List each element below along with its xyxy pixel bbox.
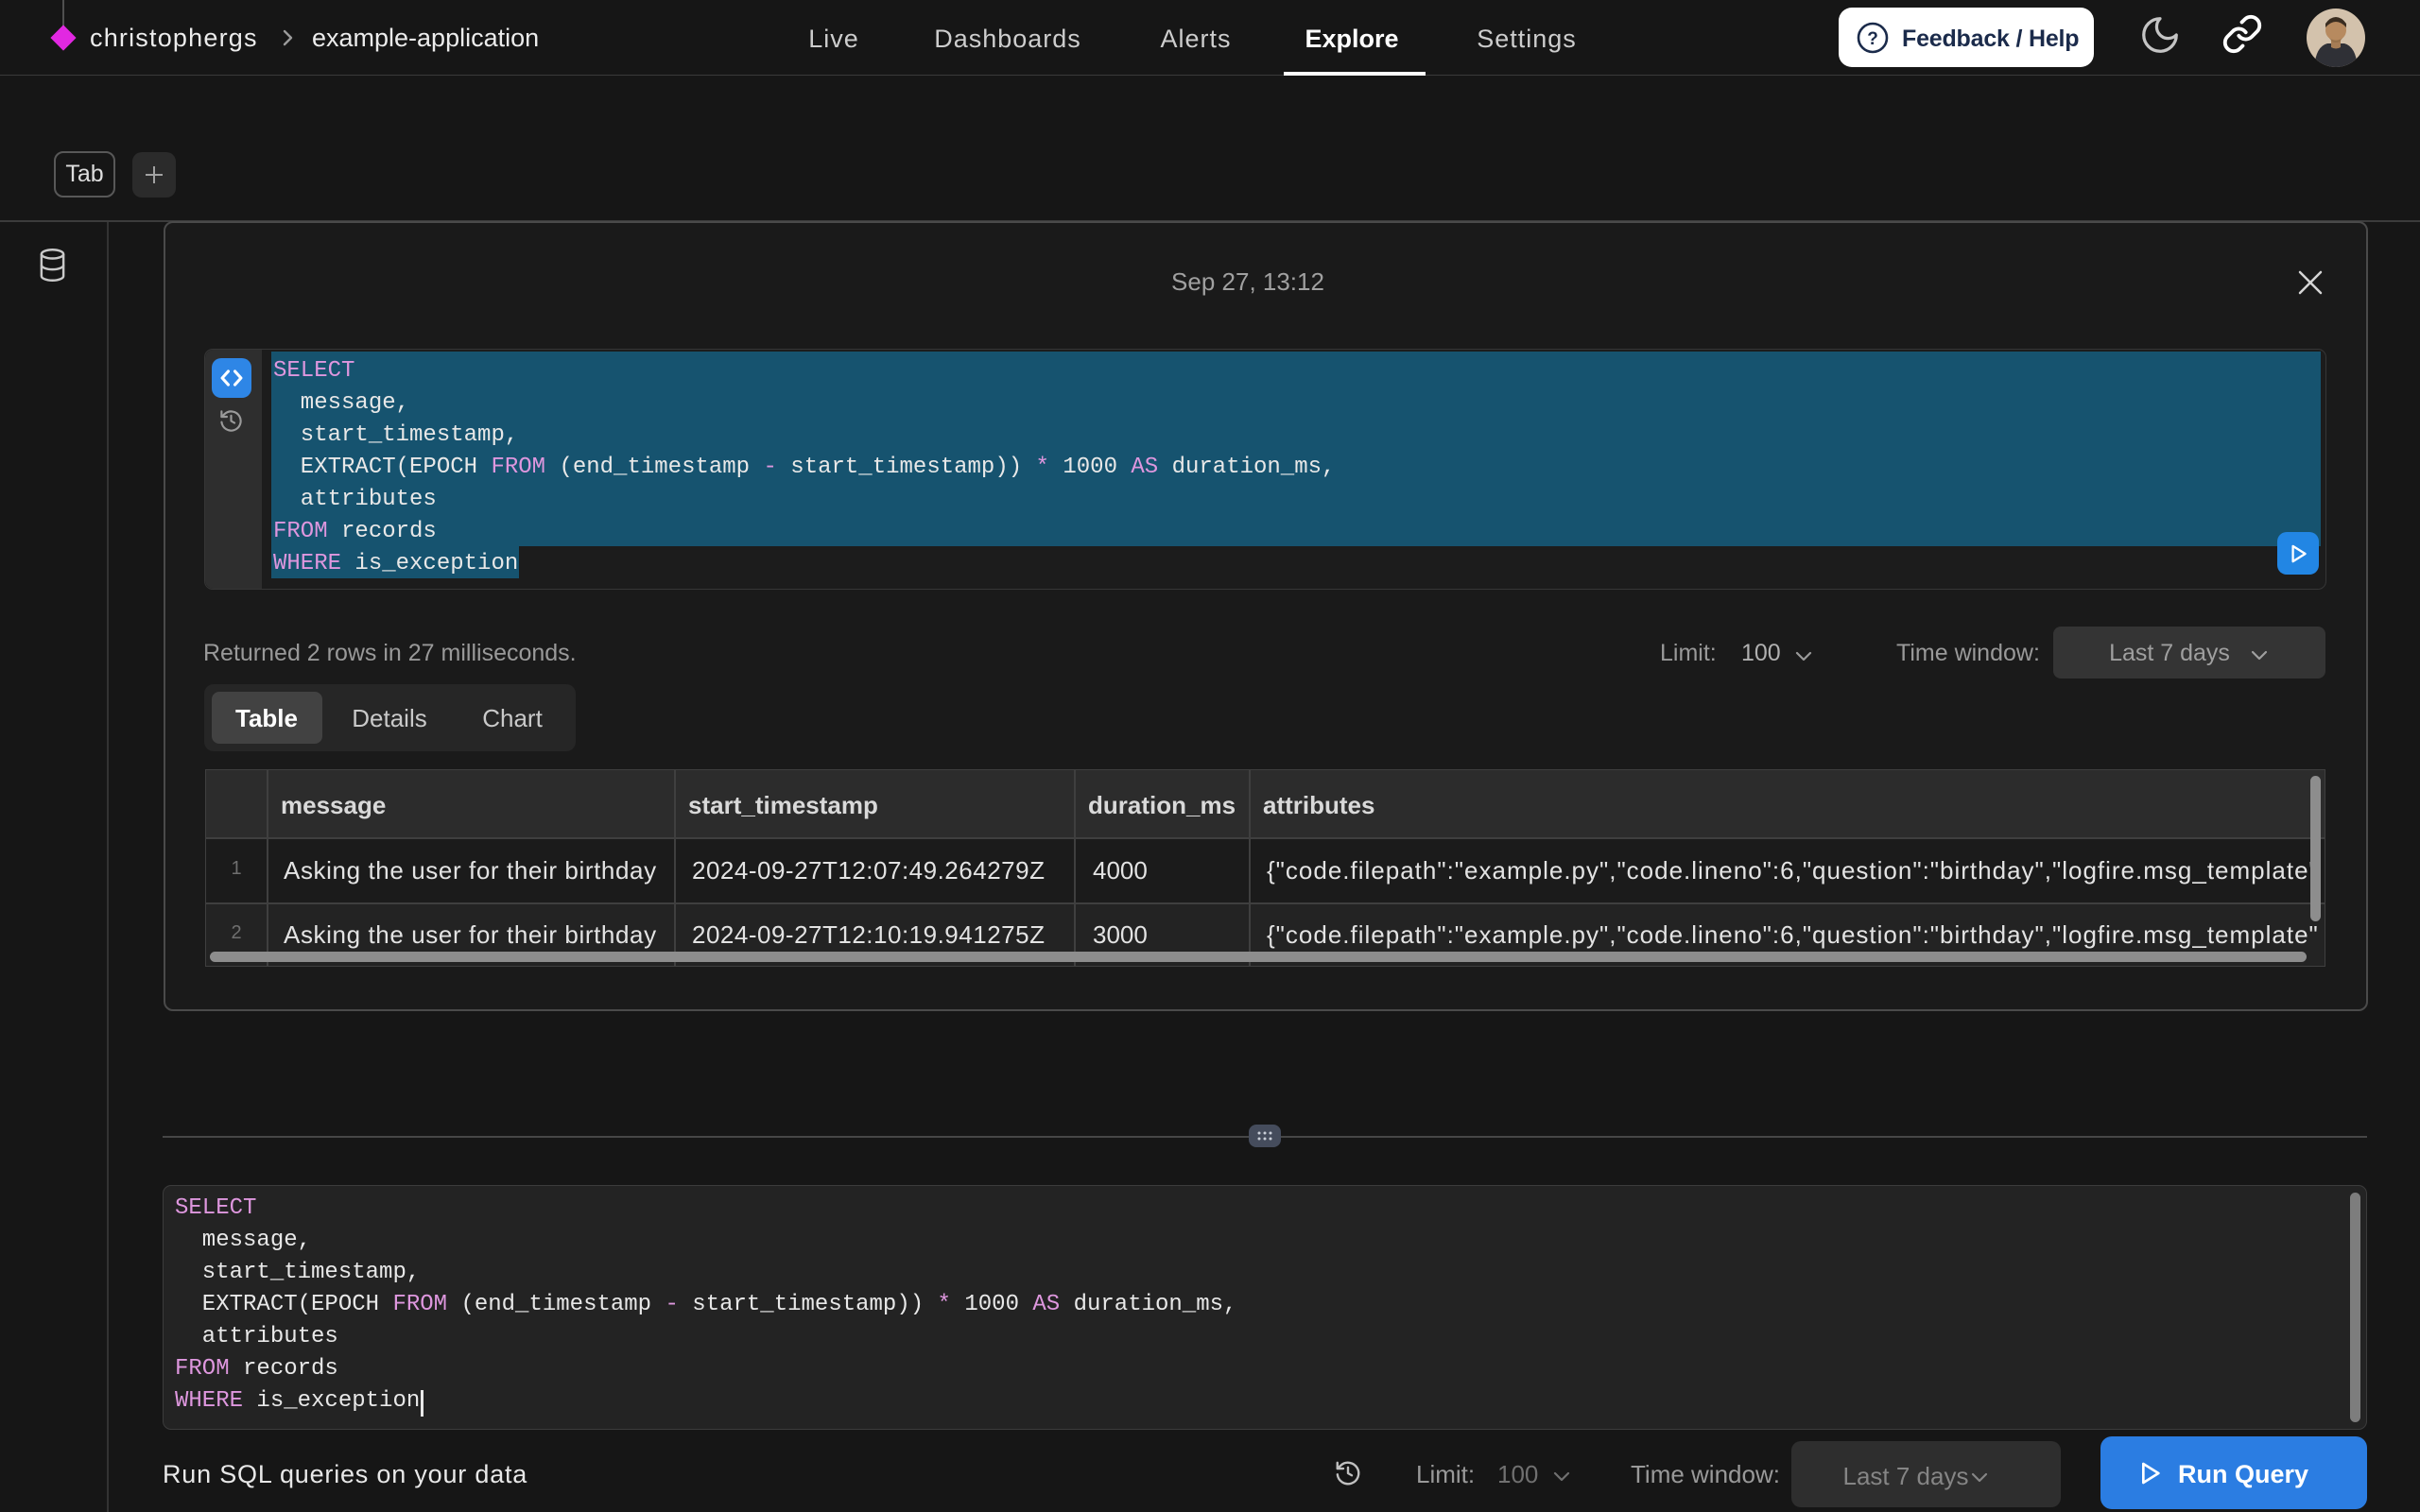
svg-text:?: ? [1867,29,1878,49]
